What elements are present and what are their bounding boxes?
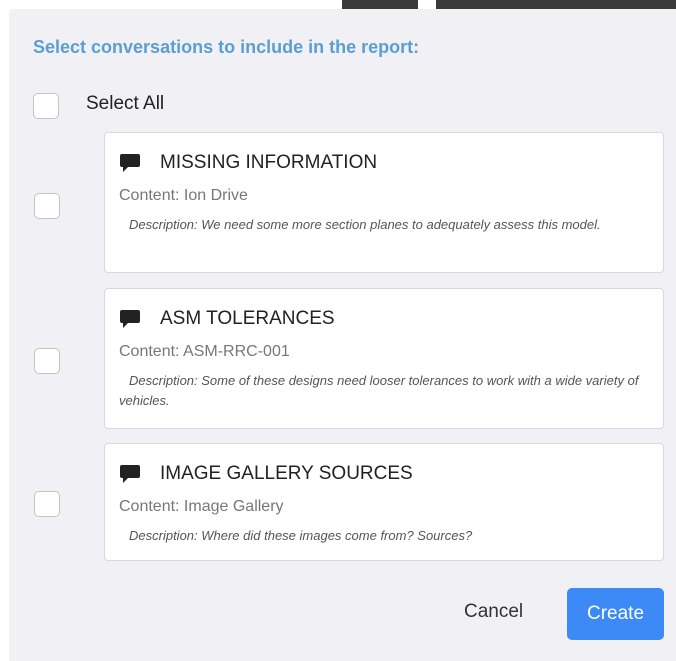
comment-icon [120, 465, 140, 483]
dialog-heading: Select conversations to include in the r… [33, 37, 420, 57]
conversation-card[interactable]: ASM TOLERANCES Content: ASM-RRC-001 Desc… [104, 288, 664, 429]
cancel-button[interactable]: Cancel [464, 601, 523, 623]
conversation-description: Description: We need some more section p… [129, 217, 601, 232]
conversation-content: Content: Image Gallery [119, 498, 284, 515]
create-button[interactable]: Create [567, 588, 664, 640]
conversation-checkbox[interactable] [34, 348, 60, 374]
conversation-checkbox[interactable] [34, 491, 60, 517]
conversation-card[interactable]: MISSING INFORMATION Content: Ion Drive D… [104, 132, 664, 273]
comment-icon [120, 310, 140, 328]
conversation-checkbox[interactable] [34, 193, 60, 219]
select-all-checkbox[interactable] [33, 93, 59, 119]
conversation-card[interactable]: IMAGE GALLERY SOURCES Content: Image Gal… [104, 443, 664, 561]
conversation-description: Description: Where did these images come… [129, 528, 473, 543]
report-dialog: Select conversations to include in the r… [9, 9, 676, 661]
conversation-content: Content: ASM-RRC-001 [119, 343, 290, 360]
select-all-label: Select All [86, 93, 165, 114]
conversation-description: Description: Some of these designs need … [119, 373, 639, 408]
background-dark-segment [436, 0, 676, 9]
background-strip [0, 0, 676, 9]
conversation-content: Content: Ion Drive [119, 187, 248, 204]
conversation-title: MISSING INFORMATION [160, 152, 378, 173]
conversation-title: IMAGE GALLERY SOURCES [160, 463, 413, 484]
background-dark-segment [342, 0, 418, 9]
comment-icon [120, 154, 140, 172]
conversation-title: ASM TOLERANCES [160, 308, 335, 329]
